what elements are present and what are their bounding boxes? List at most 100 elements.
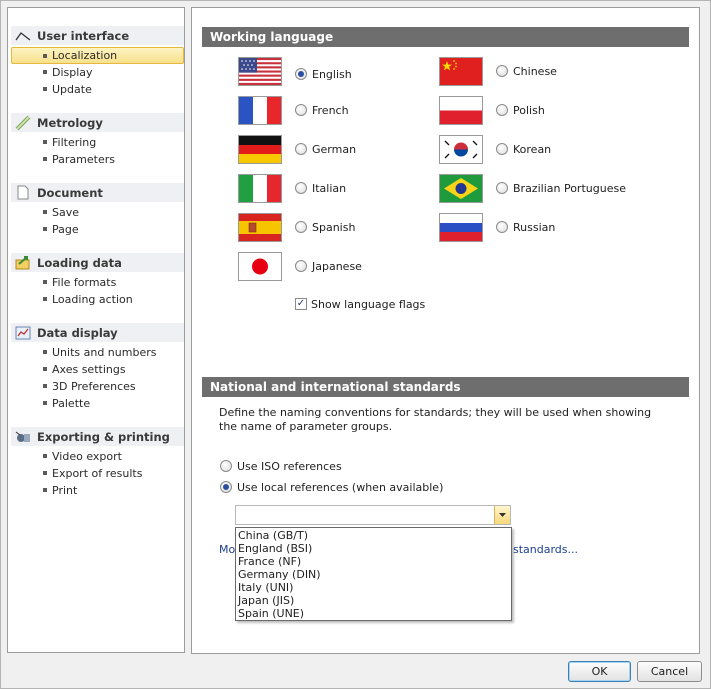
radio-italian[interactable]: Italian xyxy=(295,181,346,195)
flag-italy-icon xyxy=(238,174,282,203)
radio-brazilian-portuguese[interactable]: Brazilian Portuguese xyxy=(496,181,626,195)
standards-combo[interactable] xyxy=(235,505,511,525)
radio-button[interactable] xyxy=(220,460,232,472)
radio-button[interactable] xyxy=(295,260,307,272)
language-label: Russian xyxy=(513,220,556,234)
sidebar-item-save[interactable]: Save xyxy=(8,204,184,220)
radio-korean[interactable]: Korean xyxy=(496,142,551,156)
radio-button[interactable] xyxy=(295,182,307,194)
category-label: Exporting & printing xyxy=(37,429,170,444)
category-data-display[interactable]: Data display xyxy=(11,323,184,342)
sidebar-item-display[interactable]: Display xyxy=(8,64,184,80)
bullet-icon xyxy=(43,140,47,144)
radio-button[interactable] xyxy=(496,221,508,233)
radio-english[interactable]: English xyxy=(295,67,352,81)
cancel-button[interactable]: Cancel xyxy=(637,661,702,682)
sidebar-item-label: Palette xyxy=(52,396,91,410)
radio-button[interactable] xyxy=(496,182,508,194)
sidebar-item-page[interactable]: Page xyxy=(8,221,184,237)
radio-local-references[interactable]: Use local references (when available) xyxy=(220,480,443,494)
more-standards-link-right[interactable]: standards... xyxy=(513,543,578,556)
dropdown-option[interactable]: Italy (UNI) xyxy=(236,581,511,594)
flag-korea-icon xyxy=(439,135,483,164)
category-user-interface[interactable]: User interface xyxy=(11,26,184,45)
radio-button[interactable] xyxy=(295,104,307,116)
radio-button[interactable] xyxy=(295,143,307,155)
bullet-icon xyxy=(43,350,47,354)
radio-button[interactable] xyxy=(295,68,307,80)
radio-russian[interactable]: Russian xyxy=(496,220,555,234)
sidebar-item-label: Page xyxy=(52,222,79,236)
radio-polish[interactable]: Polish xyxy=(496,103,545,117)
flag-russia-icon xyxy=(439,213,483,242)
show-flags-label: Show language flags xyxy=(311,297,426,311)
category-label: Data display xyxy=(37,325,118,340)
option-label: Use ISO references xyxy=(237,459,342,473)
bullet-icon xyxy=(43,210,47,214)
flag-japan-icon xyxy=(238,252,282,281)
language-label: Spanish xyxy=(312,220,356,234)
radio-button[interactable] xyxy=(496,143,508,155)
bullet-icon xyxy=(43,70,47,74)
radio-spanish[interactable]: Spanish xyxy=(295,220,355,234)
category-document[interactable]: Document xyxy=(11,183,184,202)
language-label: Chinese xyxy=(513,64,557,78)
sidebar-item-loading-action[interactable]: Loading action xyxy=(8,291,184,307)
dropdown-option[interactable]: France (NF) xyxy=(236,555,511,568)
language-label: Korean xyxy=(513,142,552,156)
language-label: Polish xyxy=(513,103,545,117)
sidebar-item-export-of-results[interactable]: Export of results xyxy=(8,465,184,481)
radio-button[interactable] xyxy=(496,104,508,116)
sidebar-item-localization[interactable]: Localization xyxy=(11,47,184,64)
category-label: User interface xyxy=(37,28,130,43)
sidebar-item-filtering[interactable]: Filtering xyxy=(8,134,184,150)
flag-germany-icon xyxy=(238,135,282,164)
radio-german[interactable]: German xyxy=(295,142,356,156)
option-label: Use local references (when available) xyxy=(237,480,444,494)
sidebar-item-palette[interactable]: Palette xyxy=(8,395,184,411)
sidebar-item-axes-settings[interactable]: Axes settings xyxy=(8,361,184,377)
flag-china-icon xyxy=(439,57,483,86)
sidebar-item-units-and-numbers[interactable]: Units and numbers xyxy=(8,344,184,360)
category-exporting-printing[interactable]: Exporting & printing xyxy=(11,427,184,446)
sidebar-item-file-formats[interactable]: File formats xyxy=(8,274,184,290)
dropdown-option[interactable]: China (GB/T) xyxy=(236,529,511,542)
category-loading-data[interactable]: Loading data xyxy=(11,253,184,272)
dropdown-option[interactable]: Spain (UNE) xyxy=(236,607,511,620)
show-flags-checkbox[interactable]: ✓ xyxy=(295,298,307,310)
more-standards-link-left[interactable]: Mo xyxy=(219,543,235,556)
language-label: French xyxy=(312,103,349,117)
dropdown-option[interactable]: England (BSI) xyxy=(236,542,511,555)
sidebar-item-label: Print xyxy=(52,483,78,497)
sidebar-item-video-export[interactable]: Video export xyxy=(8,448,184,464)
sidebar-item-parameters[interactable]: Parameters xyxy=(8,151,184,167)
radio-button[interactable] xyxy=(295,221,307,233)
radio-french[interactable]: French xyxy=(295,103,349,117)
document-icon xyxy=(15,185,31,201)
settings-panel: Working language English French German I… xyxy=(191,7,700,654)
dropdown-option[interactable]: Japan (JIS) xyxy=(236,594,511,607)
bullet-icon xyxy=(43,401,47,405)
sidebar-item-print[interactable]: Print xyxy=(8,482,184,498)
sidebar-item-3d-preferences[interactable]: 3D Preferences xyxy=(8,378,184,394)
bullet-icon xyxy=(43,297,47,301)
radio-button[interactable] xyxy=(496,65,508,77)
category-label: Metrology xyxy=(37,115,103,130)
sidebar-item-label: Localization xyxy=(52,49,118,62)
sidebar-item-label: Export of results xyxy=(52,466,143,480)
chevron-down-icon[interactable] xyxy=(494,506,510,524)
dropdown-option[interactable]: Germany (DIN) xyxy=(236,568,511,581)
standards-header: National and international standards xyxy=(202,377,689,397)
radio-iso-references[interactable]: Use ISO references xyxy=(220,459,342,473)
sidebar-item-label: Save xyxy=(52,205,80,219)
language-label: Japanese xyxy=(312,259,362,273)
bullet-icon xyxy=(43,454,47,458)
radio-chinese[interactable]: Chinese xyxy=(496,64,557,78)
sidebar-item-update[interactable]: Update xyxy=(8,81,184,97)
category-metrology[interactable]: Metrology xyxy=(11,113,184,132)
radio-button[interactable] xyxy=(220,481,232,493)
ok-button[interactable]: OK xyxy=(568,661,631,682)
sidebar: User interface Localization Display Upda… xyxy=(7,7,185,653)
show-flags-checkbox-row[interactable]: ✓ Show language flags xyxy=(295,297,425,311)
radio-japanese[interactable]: Japanese xyxy=(295,259,362,273)
